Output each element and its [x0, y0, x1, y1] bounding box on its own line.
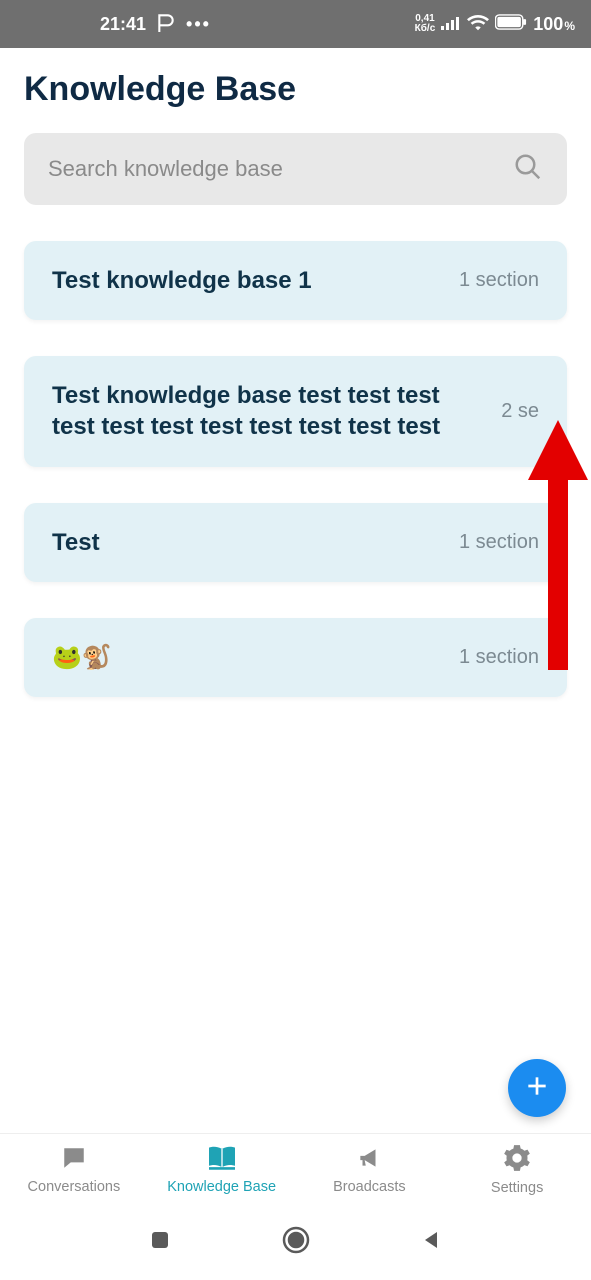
kb-card[interactable]: Test 1 section	[24, 503, 567, 582]
kb-card-title: 🐸🐒	[52, 642, 443, 673]
nav-settings[interactable]: Settings	[443, 1144, 591, 1196]
back-button[interactable]	[419, 1228, 443, 1257]
nav-label: Knowledge Base	[167, 1179, 276, 1195]
kb-card-title: Test knowledge base 1	[52, 265, 443, 296]
kb-card-meta: 2 se	[501, 400, 539, 423]
nav-broadcasts[interactable]: Broadcasts	[296, 1145, 444, 1195]
nav-knowledge-base[interactable]: Knowledge Base	[148, 1145, 296, 1195]
page-title: Knowledge Base	[0, 48, 591, 133]
megaphone-icon	[355, 1145, 383, 1175]
bottom-nav: Conversations Knowledge Base Broadcasts …	[0, 1133, 591, 1205]
status-left: 21:41 •••	[100, 12, 211, 37]
nav-conversations[interactable]: Conversations	[0, 1145, 148, 1195]
home-button[interactable]	[281, 1225, 311, 1260]
nav-label: Broadcasts	[333, 1179, 406, 1195]
kb-card[interactable]: Test knowledge base test test test test …	[24, 356, 567, 466]
battery-icon	[495, 14, 527, 35]
chat-icon	[59, 1145, 89, 1175]
kb-card-meta: 1 section	[459, 531, 539, 554]
gear-icon	[503, 1144, 531, 1176]
system-nav	[0, 1205, 591, 1280]
battery-percent: 100%	[533, 14, 575, 35]
nav-label: Conversations	[28, 1179, 121, 1195]
kb-card-title: Test	[52, 527, 443, 558]
search-input[interactable]	[48, 156, 501, 182]
kb-list: Test knowledge base 1 1 section Test kno…	[0, 205, 591, 697]
status-time: 21:41	[100, 14, 146, 35]
plus-icon	[524, 1073, 550, 1104]
recent-apps-button[interactable]	[148, 1228, 172, 1257]
wifi-icon	[467, 13, 489, 36]
search-box[interactable]	[24, 133, 567, 205]
status-net-rate: 0,41 Кб/с	[415, 14, 436, 34]
status-bar: 21:41 ••• 0,41 Кб/с 100%	[0, 0, 591, 48]
kb-card[interactable]: Test knowledge base 1 1 section	[24, 241, 567, 320]
kb-card-meta: 1 section	[459, 646, 539, 669]
book-icon	[206, 1145, 238, 1175]
add-button[interactable]	[508, 1059, 566, 1117]
kb-card[interactable]: 🐸🐒 1 section	[24, 618, 567, 697]
nav-label: Settings	[491, 1180, 543, 1196]
status-more-icon: •••	[186, 14, 211, 35]
search-icon	[513, 152, 543, 187]
status-app-icon	[156, 12, 176, 37]
status-right: 0,41 Кб/с 100%	[415, 13, 575, 36]
kb-card-title: Test knowledge base test test test test …	[52, 380, 485, 442]
kb-card-meta: 1 section	[459, 269, 539, 292]
signal-icon	[441, 14, 461, 35]
